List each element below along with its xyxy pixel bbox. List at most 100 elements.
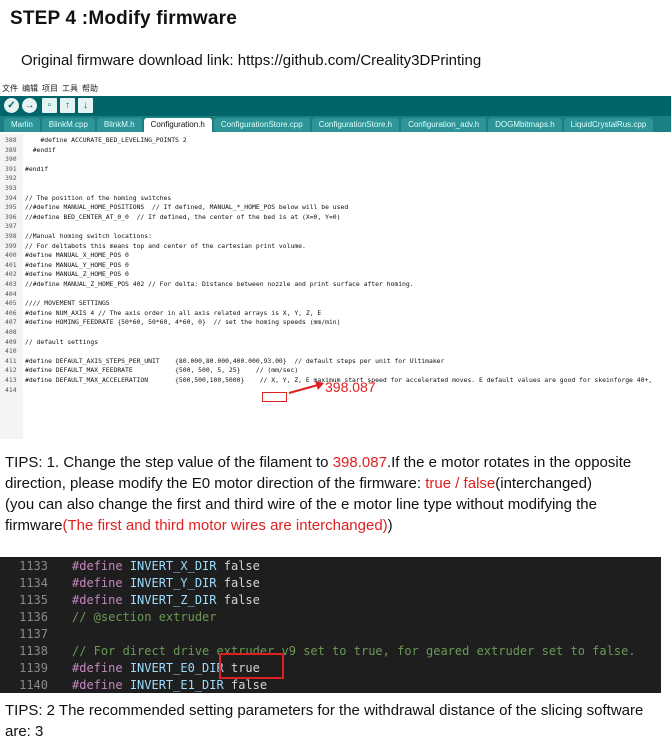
define-keyword: #define <box>72 661 123 675</box>
macro-value: false <box>223 559 260 573</box>
verify-check-icon[interactable]: ✓ <box>4 98 19 113</box>
firmware-link-text: Original firmware download link: https:/… <box>21 52 482 69</box>
line-number: 399 <box>5 241 17 250</box>
code-line: 410 <box>0 347 25 357</box>
line-number: 393 <box>5 184 17 192</box>
code-line: 409 // default settings <box>0 338 98 348</box>
tab-configuration-adv-h[interactable]: Configuration_adv.h <box>401 118 487 132</box>
define-keyword: #define <box>72 678 123 692</box>
upload-arrow-icon[interactable]: → <box>22 98 37 113</box>
code-line: 405 //// MOVEMENT SETTINGS <box>0 299 110 309</box>
line-number: 395 <box>5 203 17 212</box>
tips1-wires-red: (The first and third motor wires are int… <box>62 517 388 534</box>
highlight-box-e-steps <box>262 392 287 402</box>
code-line: 403 //#define MANUAL_Z_HOME_POS 402 // Fo… <box>0 280 414 290</box>
line-number: 389 <box>5 145 17 154</box>
highlight-box-invert-e0 <box>219 653 284 679</box>
code-text: #endif <box>25 145 56 154</box>
line-number: 404 <box>5 289 17 298</box>
code-line: 400 #define MANUAL_X_HOME_POS 0 <box>0 251 129 261</box>
code-line: 388 #define ACCURATE_BED_LEVELING_POINTS… <box>0 136 187 146</box>
line-number: 401 <box>5 260 17 269</box>
menu-item-edit[interactable]: 编辑 <box>22 83 38 95</box>
code-text: #define DEFAULT_MAX_FEEDRATE {500, 500, … <box>25 366 299 375</box>
dark-code-line: 1137 <box>0 626 72 643</box>
define-keyword: #define <box>72 593 123 607</box>
code-line: 414 <box>0 386 25 396</box>
line-number: 411 <box>5 356 17 365</box>
red-arrow-icon <box>288 381 324 394</box>
menu-item-project[interactable]: 项目 <box>42 83 58 95</box>
line-number: 403 <box>5 280 17 288</box>
tab-dogmbitmaps-h[interactable]: DOGMbitmaps.h <box>488 118 562 132</box>
line-number: 1134 <box>19 576 48 590</box>
line-number: 1138 <box>19 644 48 658</box>
line-number: 1140 <box>19 678 48 692</box>
line-number: 413 <box>5 376 17 384</box>
tips-1-paragraph: TIPS: 1. Change the step value of the fi… <box>5 452 665 536</box>
code-line: 394 // The position of the homing switche… <box>0 194 171 204</box>
ide-menu-bar: 文件 编辑 项目 工具 帮助 <box>2 83 98 95</box>
dark-code-line: 1140 #define INVERT_E1_DIR false <box>0 677 267 694</box>
tab-configurationstore-cpp[interactable]: ConfigurationStore.cpp <box>213 118 310 132</box>
code-line: 401 #define MANUAL_Y_HOME_POS 0 <box>0 261 129 271</box>
page-title: STEP 4 :Modify firmware <box>10 8 238 29</box>
code-line: 393 <box>0 184 25 194</box>
code-comment: // For direct drive extruder v9 set to t… <box>72 644 636 658</box>
menu-item-file[interactable]: 文件 <box>2 83 18 95</box>
new-file-icon[interactable]: ▫ <box>42 98 57 113</box>
tips1-text-e: ) <box>387 517 393 534</box>
code-text: #define NUM_AXIS 4 // The axis order in … <box>25 308 322 317</box>
tab-marlin[interactable]: Marlin <box>4 118 40 132</box>
code-line: 404 <box>0 290 25 300</box>
code-text: // The position of the homing switches <box>25 193 172 202</box>
code-line: 396 //#define BED_CENTER_AT_0_0 // If def… <box>0 213 341 223</box>
line-number: 407 <box>5 318 17 327</box>
annotation-value: 398.087 <box>325 379 376 395</box>
menu-item-tools[interactable]: 工具 <box>62 83 78 95</box>
code-line: 397 <box>0 222 25 232</box>
macro-name: INVERT_X_DIR <box>129 559 217 573</box>
dark-code-line: 1134 #define INVERT_Y_DIR false <box>0 575 260 592</box>
code-line: 398 //Manual homing switch locations: <box>0 232 152 242</box>
tab-blinkm-cpp[interactable]: BlinkM.cpp <box>41 118 95 132</box>
code-text: #define MANUAL_Y_HOME_POS 0 <box>25 260 129 269</box>
line-number: 1136 <box>19 610 48 624</box>
line-number: 1137 <box>19 627 48 641</box>
code-text: #define HOMING_FEEDRATE {50*60, 50*60, 4… <box>25 318 341 327</box>
tab-liquidcrystalrus-cpp[interactable]: LiquidCrystalRus.cpp <box>563 118 654 132</box>
tips1-text-a: TIPS: 1. Change the step value of the fi… <box>5 454 333 471</box>
line-number: 402 <box>5 270 17 279</box>
line-number: 392 <box>5 174 17 183</box>
macro-name: INVERT_E1_DIR <box>129 678 224 692</box>
line-number: 405 <box>5 299 17 308</box>
menu-item-help[interactable]: 帮助 <box>82 83 98 95</box>
code-line: 399 // For deltabots this means top and c… <box>0 242 306 252</box>
tab-configuration-h[interactable]: Configuration.h <box>143 118 212 132</box>
code-line: 411 #define DEFAULT_AXIS_STEPS_PER_UNIT {… <box>0 357 444 367</box>
save-down-arrow-icon[interactable]: ↓ <box>78 98 93 113</box>
line-number: 1133 <box>19 559 48 573</box>
code-text: //#define MANUAL_Z_HOME_POS 402 // For d… <box>25 280 414 288</box>
define-keyword: #define <box>72 559 123 573</box>
code-line: 390 <box>0 155 25 165</box>
define-keyword: #define <box>72 576 123 590</box>
line-number: 390 <box>5 155 17 164</box>
macro-name: INVERT_Z_DIR <box>129 593 217 607</box>
tips1-true-false-red: true / false <box>425 475 496 492</box>
line-number: 391 <box>5 164 17 173</box>
line-number: 388 <box>5 136 17 144</box>
line-number: 394 <box>5 193 17 202</box>
code-line: 408 <box>0 328 25 338</box>
code-text: //#define BED_CENTER_AT_0_0 // If define… <box>25 212 341 221</box>
macro-value: false <box>223 576 260 590</box>
tips-2-paragraph: TIPS: 2 The recommended setting paramete… <box>5 702 644 740</box>
open-up-arrow-icon[interactable]: ↑ <box>60 98 75 113</box>
ide-toolbar: ✓ → ▫ ↑ ↓ <box>0 96 671 116</box>
line-number: 397 <box>5 222 17 231</box>
tab-configurationstore-h[interactable]: ConfigurationStore.h <box>311 118 400 132</box>
line-number: 398 <box>5 232 17 240</box>
tab-blinkm-h[interactable]: BlinkM.h <box>96 118 142 132</box>
line-number: 414 <box>5 385 17 394</box>
tips1-value-red: 398.087 <box>332 454 387 471</box>
